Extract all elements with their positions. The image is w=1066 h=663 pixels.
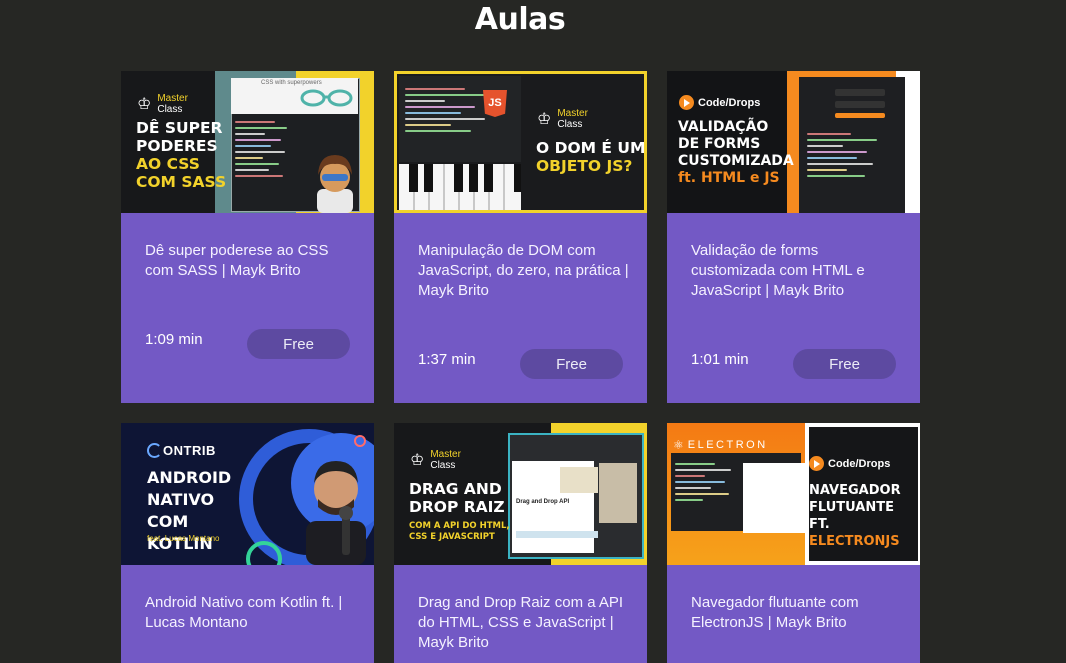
brand-top: Master: [430, 449, 461, 460]
brand-name: ONTRIB: [163, 443, 216, 458]
person-photo: [296, 441, 374, 565]
brand-top: Master: [557, 108, 588, 119]
brand-top: Master: [157, 93, 188, 104]
contrib-logo-icon: [147, 443, 162, 458]
thumb-line: objeto JS?: [536, 157, 633, 175]
thumb-line: Navegador: [809, 483, 901, 498]
masterclass-logo-icon: ♔: [137, 96, 152, 113]
lesson-title[interactable]: Validação de forms customizada com HTML …: [691, 241, 903, 301]
brand-name: Code/Drops: [828, 457, 891, 470]
thumb-line: com SASS: [136, 173, 227, 191]
thumb-line: Validação: [678, 119, 769, 135]
thumb-line: com a API do HTML,: [409, 521, 510, 531]
window-title: Drag and Drop API: [516, 499, 570, 505]
lesson-card[interactable]: ⚛ ELECTRON Code/Drops Navegador flutuant…: [667, 423, 920, 663]
avatar-icon: [309, 149, 361, 213]
thumb-line: poderes: [136, 137, 218, 155]
play-icon: [809, 456, 824, 471]
thumb-line: Nativo com: [147, 490, 215, 531]
brand-bottom: Class: [430, 460, 456, 471]
thumb-line: ft. HTML e JS: [678, 170, 780, 186]
page-title: Aulas: [474, 2, 566, 37]
brand-bottom: Class: [157, 104, 183, 115]
thumb-line: Drop Raiz: [409, 498, 505, 516]
lesson-duration: 1:09 min: [145, 331, 203, 348]
electron-logo-icon: ⚛: [673, 438, 684, 452]
lesson-card[interactable]: CSS with superpowers ♔ Master Class Dê s…: [121, 71, 374, 403]
lesson-thumbnail[interactable]: Drag and Drop API ♔ Master Class Drag an…: [394, 423, 647, 565]
lesson-title[interactable]: Drag and Drop Raiz com a API do HTML, CS…: [418, 593, 630, 653]
lesson-thumbnail[interactable]: Code/Drops Validação de forms customizad…: [667, 71, 920, 213]
brand-bottom: Class: [557, 119, 583, 130]
lesson-card[interactable]: JS ♔ Master Class O DOM é um objeto JS? …: [394, 71, 647, 403]
thumb-line: flutuante ft.: [809, 500, 894, 532]
lesson-thumbnail[interactable]: CSS with superpowers ♔ Master Class Dê s…: [121, 71, 374, 213]
lesson-title[interactable]: Manipulação de DOM com JavaScript, do ze…: [418, 241, 630, 301]
piano-keys-icon: [399, 164, 521, 210]
thumb-line: ao CSS: [136, 155, 200, 173]
lesson-thumbnail[interactable]: JS ♔ Master Class O DOM é um objeto JS?: [394, 71, 647, 213]
play-icon: [679, 95, 694, 110]
lesson-duration: 1:01 min: [691, 351, 749, 368]
lesson-title[interactable]: Dê super poderese ao CSS com SASS | Mayk…: [145, 241, 357, 281]
free-button[interactable]: Free: [247, 329, 350, 359]
window-title: CSS with superpowers: [261, 80, 322, 86]
lesson-card[interactable]: Drag and Drop API ♔ Master Class Drag an…: [394, 423, 647, 663]
lesson-duration: 1:37 min: [418, 351, 476, 368]
thumb-line: Drag and: [409, 480, 502, 498]
masterclass-logo-icon: ♔: [537, 111, 552, 128]
thumb-line: O DOM é um: [536, 139, 646, 157]
thumb-line: CSS e JavaScript: [409, 532, 495, 542]
thumb-feat: feat. Lucas Montano: [147, 534, 220, 543]
free-button[interactable]: Free: [520, 349, 623, 379]
lesson-title[interactable]: Android Nativo com Kotlin ft. | Lucas Mo…: [145, 593, 357, 633]
thumb-line: customizada: [678, 153, 794, 169]
glasses-icon: [299, 87, 357, 107]
lesson-thumbnail[interactable]: ⚛ ELECTRON Code/Drops Navegador flutuant…: [667, 423, 920, 565]
lesson-card[interactable]: ONTRIB Android Nativo com Kotlin feat. L…: [121, 423, 374, 663]
brand-left: ELECTRON: [687, 439, 768, 451]
thumb-line: Dê super: [136, 119, 223, 137]
lesson-title[interactable]: Navegador flutuante com ElectronJS | May…: [691, 593, 903, 633]
lesson-card[interactable]: Code/Drops Validação de forms customizad…: [667, 71, 920, 403]
thumb-line: de forms: [678, 136, 761, 152]
masterclass-logo-icon: ♔: [410, 452, 425, 469]
js-logo-icon: JS: [483, 90, 507, 117]
lesson-thumbnail[interactable]: ONTRIB Android Nativo com Kotlin feat. L…: [121, 423, 374, 565]
thumb-line: Android: [147, 468, 232, 487]
brand-name: Code/Drops: [698, 96, 761, 109]
thumb-line: ElectronJS: [809, 534, 900, 549]
free-button[interactable]: Free: [793, 349, 896, 379]
